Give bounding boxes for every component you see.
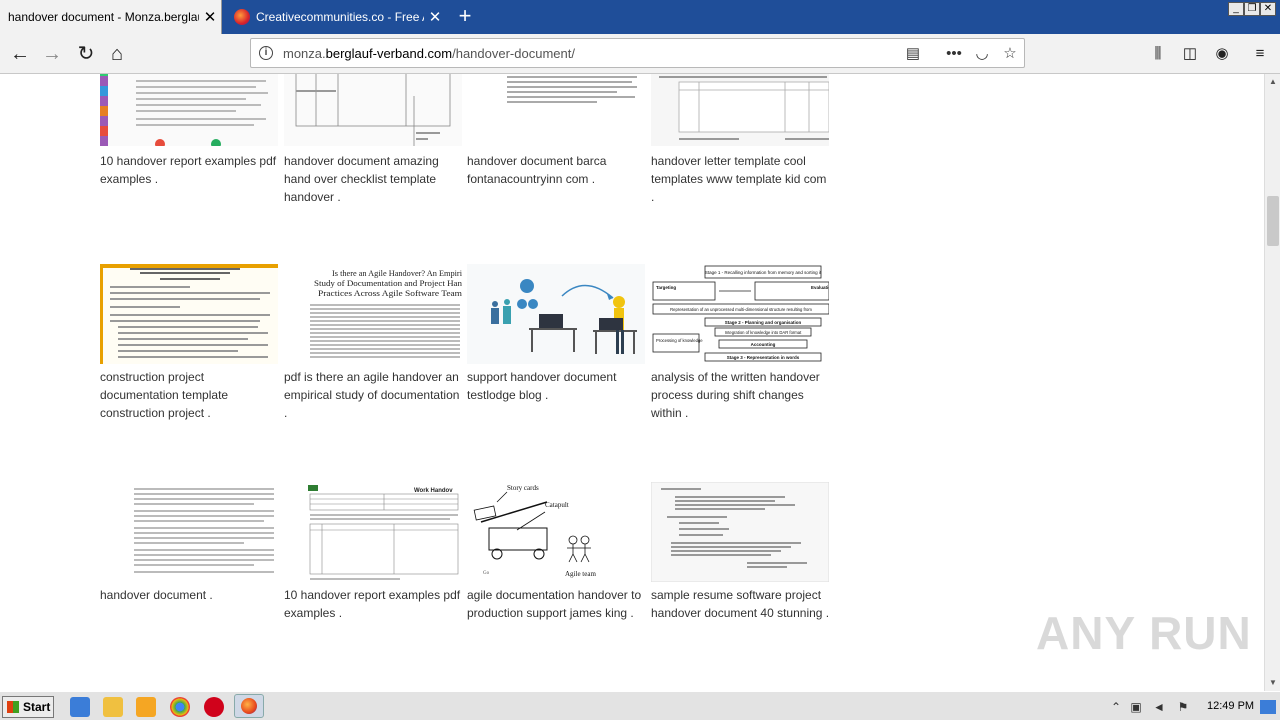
- media-player-icon[interactable]: [136, 697, 156, 717]
- reload-icon[interactable]: ↻: [72, 40, 100, 68]
- close-window-icon[interactable]: ✕: [1260, 2, 1276, 16]
- volume-icon[interactable]: ◄: [1152, 700, 1166, 714]
- card-caption[interactable]: agile documentation handover to producti…: [467, 586, 647, 622]
- tray-expand-icon[interactable]: ⌃: [1109, 700, 1123, 714]
- clock[interactable]: 12:49 PM: [1207, 700, 1254, 712]
- url-text[interactable]: monza.berglauf-verband.com/handover-docu…: [283, 46, 575, 61]
- thumbnail-image[interactable]: [651, 74, 829, 146]
- flow-targeting-text: Targeting: [656, 285, 676, 290]
- thumbnail-image[interactable]: Story cards Catapult Agile team Go: [467, 482, 645, 582]
- thumbnail-image[interactable]: Work Handov: [284, 482, 462, 582]
- thumbnail-image[interactable]: [467, 264, 645, 364]
- start-button[interactable]: Start: [2, 696, 54, 718]
- flow-processing-text: Processing of knowledge: [656, 338, 703, 343]
- page-actions-icon[interactable]: •••: [943, 43, 965, 65]
- forward-arrow-icon[interactable]: →: [38, 40, 66, 68]
- watermark-text: ANY RUN: [1036, 607, 1252, 659]
- chrome-icon[interactable]: [170, 697, 190, 717]
- reader-view-icon[interactable]: ▤: [902, 43, 924, 65]
- scrollbar-thumb[interactable]: [1267, 196, 1279, 246]
- flow-stage3-text: Stage 3 - Representation in words: [727, 355, 800, 360]
- home-icon[interactable]: ⌂: [103, 40, 131, 68]
- card-caption[interactable]: pdf is there an agile handover an empiri…: [284, 368, 464, 422]
- file-explorer-icon[interactable]: [103, 697, 123, 717]
- card-caption[interactable]: support handover document testlodge blog…: [467, 368, 647, 404]
- tab-strip: handover document - Monza.berglauf- ✕ Cr…: [0, 0, 1280, 34]
- thumbnail-image[interactable]: [284, 74, 462, 146]
- library-icon[interactable]: ⫼: [1148, 44, 1168, 64]
- firefox-favicon-icon: [234, 9, 250, 25]
- agile-team-label: Agile team: [565, 570, 596, 578]
- network-icon[interactable]: ▣: [1129, 700, 1143, 714]
- card-caption[interactable]: handover document barca fontanacountryin…: [467, 152, 647, 188]
- minimize-window-icon[interactable]: _: [1228, 2, 1244, 16]
- tab-title: handover document - Monza.berglauf-: [8, 10, 199, 24]
- card-caption[interactable]: construction project documentation templ…: [100, 368, 280, 422]
- pocket-icon[interactable]: ◡: [971, 43, 993, 65]
- story-cards-label: Story cards: [507, 484, 539, 492]
- card-caption[interactable]: handover document .: [100, 586, 280, 604]
- bookmark-star-icon[interactable]: ☆: [999, 43, 1021, 65]
- restore-window-icon[interactable]: ❐: [1244, 2, 1260, 16]
- agile-title-line: Study of Documentation and Project Han: [314, 279, 462, 288]
- notification-flag-icon[interactable]: ⚑: [1176, 700, 1190, 714]
- flow-representation-text: Representation of an unprocessed multi-d…: [670, 307, 812, 312]
- account-icon[interactable]: ◉: [1212, 44, 1232, 64]
- thumbnail-image[interactable]: [100, 264, 278, 364]
- tab-title: Creativecommunities.co - Free All: [256, 10, 424, 24]
- flow-evaluation-text: Evaluation: [811, 285, 829, 290]
- page-content: 10 handover report examples pdf examples…: [0, 74, 1264, 691]
- thumbnail-image[interactable]: [651, 482, 829, 582]
- card-caption[interactable]: handover document amazing hand over chec…: [284, 152, 464, 206]
- card-caption[interactable]: handover letter template cool templates …: [651, 152, 831, 206]
- work-handover-title: Work Handov: [414, 488, 453, 494]
- windows-logo-icon: [7, 701, 19, 713]
- menu-icon[interactable]: ≡: [1250, 44, 1270, 64]
- sidebar-icon[interactable]: ◫: [1180, 44, 1200, 64]
- flow-integration-text: Integration of knowledge into DAR format: [725, 330, 802, 335]
- card-caption[interactable]: 10 handover report examples pdf examples…: [284, 586, 464, 622]
- close-tab-icon[interactable]: ✕: [199, 10, 221, 25]
- flow-stage1-text: Stage 1 - Recalling information from mem…: [705, 270, 822, 275]
- firefox-icon: [241, 698, 257, 714]
- thumbnail-image[interactable]: Stage 1 - Recalling information from mem…: [651, 264, 829, 364]
- svg-text:Go: Go: [483, 571, 490, 576]
- tab-creativecommunities[interactable]: Creativecommunities.co - Free All ✕: [224, 0, 446, 34]
- opera-icon[interactable]: [204, 697, 224, 717]
- agile-title-line: Is there an Agile Handover? An Empiri: [332, 269, 462, 278]
- address-bar[interactable]: i monza.berglauf-verband.com/handover-do…: [250, 38, 1025, 68]
- firefox-taskbar-button[interactable]: [234, 694, 264, 718]
- card-caption[interactable]: analysis of the written handover process…: [651, 368, 831, 422]
- flow-accounting-text: Accounting: [751, 342, 776, 347]
- scroll-down-icon[interactable]: ▼: [1265, 675, 1280, 691]
- thumbnail-image[interactable]: [467, 74, 645, 146]
- start-label: Start: [23, 700, 51, 714]
- catapult-label: Catapult: [545, 501, 569, 509]
- vertical-scrollbar[interactable]: ▲ ▼: [1264, 74, 1280, 691]
- new-tab-button[interactable]: +: [452, 4, 478, 30]
- screen: handover document - Monza.berglauf- ✕ Cr…: [0, 0, 1280, 720]
- tab-handover-document[interactable]: handover document - Monza.berglauf- ✕: [0, 0, 222, 34]
- thumbnail-image[interactable]: [100, 74, 278, 146]
- navigation-bar: ← → ↻ ⌂ i monza.berglauf-verband.com/han…: [0, 34, 1280, 74]
- card-caption[interactable]: sample resume software project handover …: [651, 586, 831, 622]
- site-info-icon[interactable]: i: [259, 46, 273, 60]
- flow-stage2-text: Stage 2 - Planning and organisation: [725, 320, 802, 325]
- thumbnail-image[interactable]: Is there an Agile Handover? An Empiri St…: [284, 264, 462, 364]
- scroll-up-icon[interactable]: ▲: [1265, 74, 1280, 90]
- card-caption[interactable]: 10 handover report examples pdf examples…: [100, 152, 280, 188]
- windows-taskbar: Start ⌃ ▣ ◄ ⚑ 12:49 PM: [0, 691, 1280, 720]
- thumbnail-image[interactable]: [100, 482, 278, 582]
- back-arrow-icon[interactable]: ←: [6, 40, 34, 68]
- close-tab-icon[interactable]: ✕: [424, 10, 446, 25]
- show-desktop-icon[interactable]: [1260, 700, 1276, 714]
- agile-title-line: Practices Across Agile Software Team: [318, 289, 462, 298]
- internet-explorer-icon[interactable]: [70, 697, 90, 717]
